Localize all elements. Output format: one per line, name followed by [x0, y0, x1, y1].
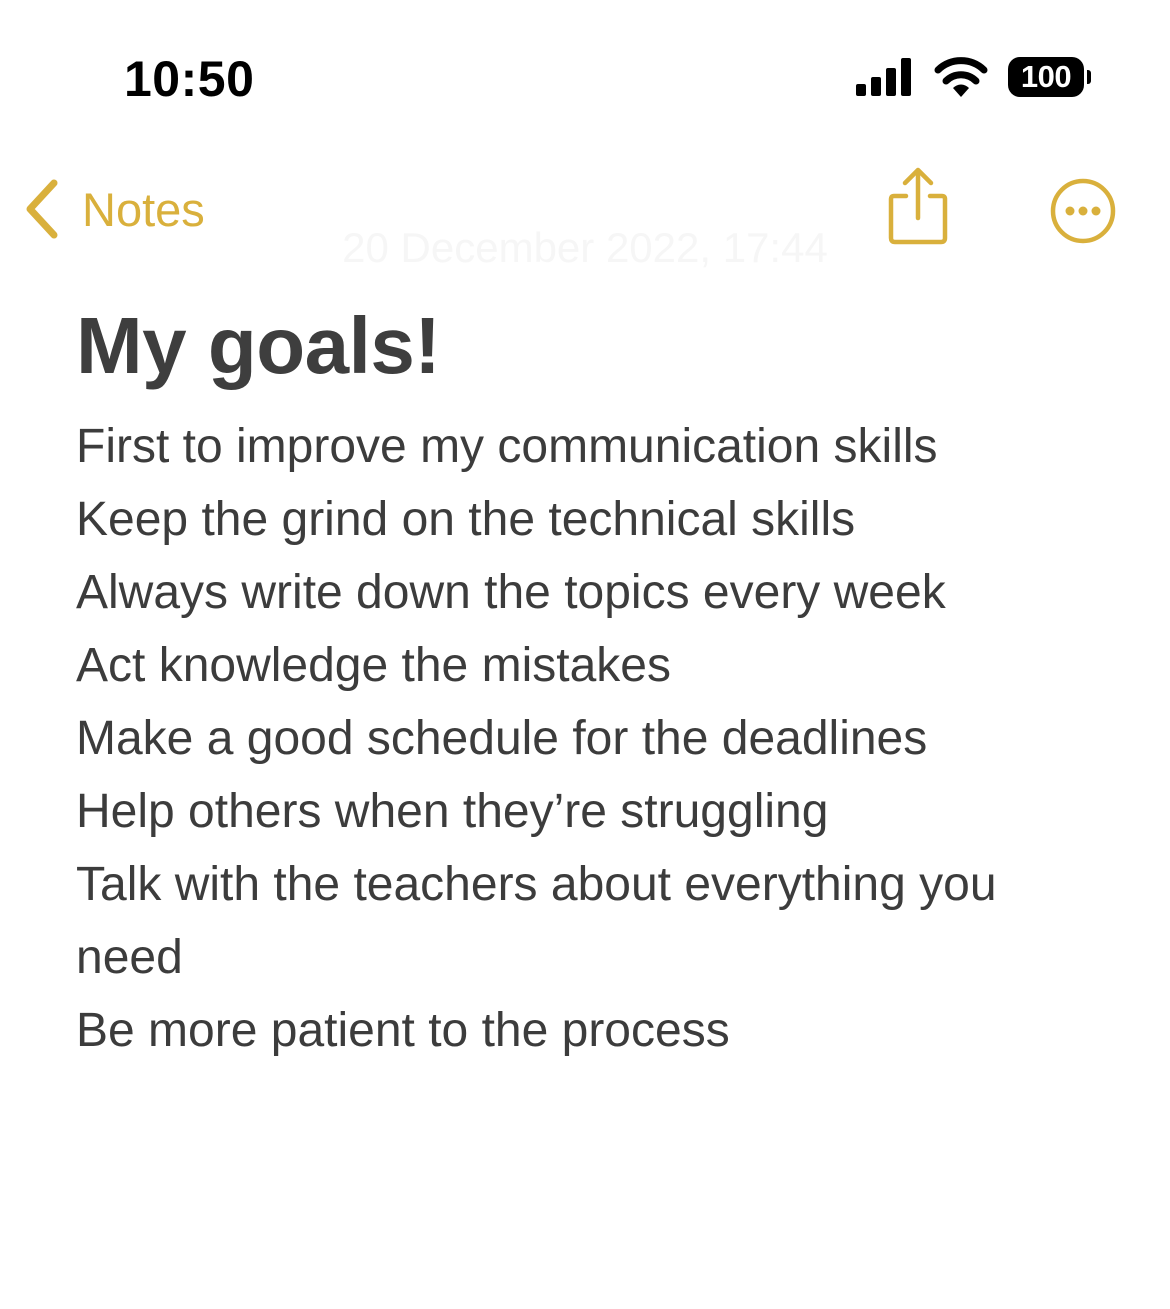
note-line[interactable]: Help others when they’re struggling: [76, 775, 1106, 848]
wifi-icon: [934, 57, 988, 97]
note-line[interactable]: Act knowledge the mistakes: [76, 629, 1106, 702]
battery-level: 100: [1020, 59, 1072, 94]
status-bar: 10:50 100: [0, 0, 1170, 150]
note-line[interactable]: Always write down the topics every week: [76, 556, 1106, 629]
cellular-signal-icon: [856, 58, 911, 96]
note-line[interactable]: Make a good schedule for the deadlines: [76, 702, 1106, 775]
note-body[interactable]: First to improve my communication skills…: [76, 410, 1106, 1067]
battery-tip: [1087, 70, 1091, 84]
battery-icon: 100: [1008, 57, 1084, 97]
note-date: 20 December 2022, 17:44: [342, 224, 828, 271]
note-line[interactable]: need: [76, 921, 1106, 994]
note-line[interactable]: Keep the grind on the technical skills: [76, 483, 1106, 556]
note-line[interactable]: Talk with the teachers about everything …: [76, 848, 1106, 921]
note-line[interactable]: Be more patient to the process: [76, 994, 1106, 1067]
note-line[interactable]: First to improve my communication skills: [76, 410, 1106, 483]
status-time: 10:50: [124, 51, 255, 107]
note-title[interactable]: My goals!: [76, 300, 441, 392]
